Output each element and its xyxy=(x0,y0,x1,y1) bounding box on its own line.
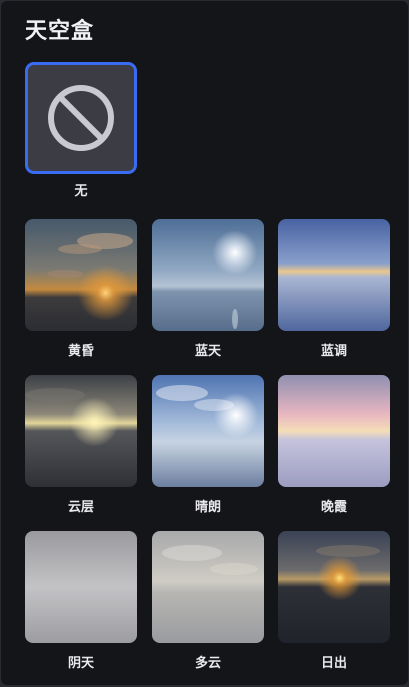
skybox-option-none[interactable]: 无 xyxy=(25,62,137,199)
skybox-label-cloudy: 多云 xyxy=(194,656,221,671)
panel-title: 天空盒 xyxy=(25,19,95,44)
skybox-option-overcast[interactable]: 阴天 xyxy=(25,531,137,671)
prohibited-icon xyxy=(48,85,114,151)
skybox-thumbnail-clear xyxy=(152,375,264,487)
skybox-option-cloudy[interactable]: 多云 xyxy=(152,531,264,671)
skybox-thumbnail-cloud-layer xyxy=(25,375,137,487)
none-thumbnail xyxy=(25,62,137,174)
skybox-option-cloud-layer[interactable]: 云层 xyxy=(25,375,137,515)
skybox-label-blue-hour: 蓝调 xyxy=(320,344,347,359)
skybox-label-clear: 晴朗 xyxy=(194,500,221,515)
skybox-thumbnail-sunset-glow xyxy=(278,375,390,487)
skybox-label-overcast: 阴天 xyxy=(67,656,94,671)
skybox-option-dusk[interactable]: 黄昏 xyxy=(25,219,137,359)
skybox-option-sunrise[interactable]: 日出 xyxy=(278,531,390,671)
skybox-label-none: 无 xyxy=(74,184,88,199)
skybox-label-blue-sky: 蓝天 xyxy=(194,344,221,359)
skybox-thumbnail-blue-sky xyxy=(152,219,264,331)
skybox-thumbnail-sunrise xyxy=(278,531,390,643)
skybox-thumbnail-cloudy xyxy=(152,531,264,643)
skybox-option-blue-sky[interactable]: 蓝天 xyxy=(152,219,264,359)
skybox-thumbnail-dusk xyxy=(25,219,137,331)
skybox-thumbnail-overcast xyxy=(25,531,137,643)
skybox-thumbnail-blue-hour xyxy=(278,219,390,331)
skybox-option-blue-hour[interactable]: 蓝调 xyxy=(278,219,390,359)
skybox-option-sunset-glow[interactable]: 晚霞 xyxy=(278,375,390,515)
skybox-panel: 天空盒 无 黄昏 蓝天 蓝调 云层 晴朗 晚霞 阴天 多云 日出 xyxy=(1,1,408,685)
skybox-label-sunset-glow: 晚霞 xyxy=(320,500,347,515)
skybox-label-sunrise: 日出 xyxy=(320,656,347,671)
skybox-option-clear[interactable]: 晴朗 xyxy=(152,375,264,515)
skybox-label-cloud-layer: 云层 xyxy=(67,500,94,515)
skybox-label-dusk: 黄昏 xyxy=(67,344,94,359)
